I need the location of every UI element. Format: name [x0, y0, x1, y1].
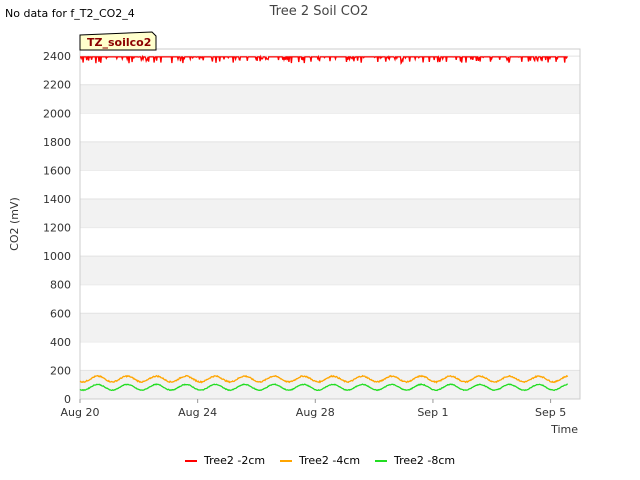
x-tick-label: Aug 28	[296, 406, 335, 419]
legend-item: Tree2 -8cm	[375, 454, 455, 467]
y-axis: 0 200 400 600 800 1000 1200 1400 1600 1800 2000 220…	[43, 50, 71, 406]
y-tick-label: 1000	[43, 250, 71, 263]
y-tick-label: 1400	[43, 193, 71, 206]
x-tick-label: Sep 1	[417, 406, 448, 419]
x-tick-label: Aug 20	[61, 406, 100, 419]
y-tick-label: 2000	[43, 107, 71, 120]
y-tick-label: 600	[50, 307, 71, 320]
dataset-tag: TZ_soilco2	[79, 31, 157, 51]
dataset-tag-label: TZ_soilco2	[87, 36, 151, 49]
x-tick-label: Sep 5	[535, 406, 566, 419]
grid-band	[80, 84, 580, 114]
y-tick-label: 400	[50, 336, 71, 349]
series-line-1	[79, 54, 568, 65]
grid-bands	[80, 55, 580, 399]
grid-band	[80, 141, 580, 171]
y-tick-label: 1200	[43, 222, 71, 235]
x-axis-label: Time	[550, 423, 578, 436]
x-axis: Aug 20 Aug 24 Aug 28 Sep 1 Sep 5	[61, 399, 566, 419]
y-tick-label: 1600	[43, 164, 71, 177]
legend-label: Tree2 -4cm	[298, 454, 360, 467]
y-axis-label: CO2 (mV)	[8, 197, 21, 251]
y-tick-label: 0	[64, 393, 71, 406]
x-tick-label: Aug 24	[178, 406, 217, 419]
y-tick-label: 2200	[43, 79, 71, 92]
grid-band	[80, 199, 580, 228]
chart: 0 200 400 600 800 1000 1200 1400 1600 1800 2000 220…	[8, 4, 581, 467]
legend-label: Tree2 -8cm	[393, 454, 455, 467]
legend-label: Tree2 -2cm	[203, 454, 265, 467]
legend: Tree2 -2cm Tree2 -4cm Tree2 -8cm	[185, 454, 455, 467]
grid-band	[80, 313, 580, 342]
y-tick-label: 1800	[43, 136, 71, 149]
grid-band	[80, 256, 580, 285]
legend-item: Tree2 -4cm	[280, 454, 360, 467]
y-tick-label: 800	[50, 279, 71, 292]
y-tick-label: 2400	[43, 50, 71, 63]
y-tick-label: 200	[50, 364, 71, 377]
legend-item: Tree2 -2cm	[185, 454, 265, 467]
chart-title: Tree 2 Soil CO2	[269, 4, 369, 19]
